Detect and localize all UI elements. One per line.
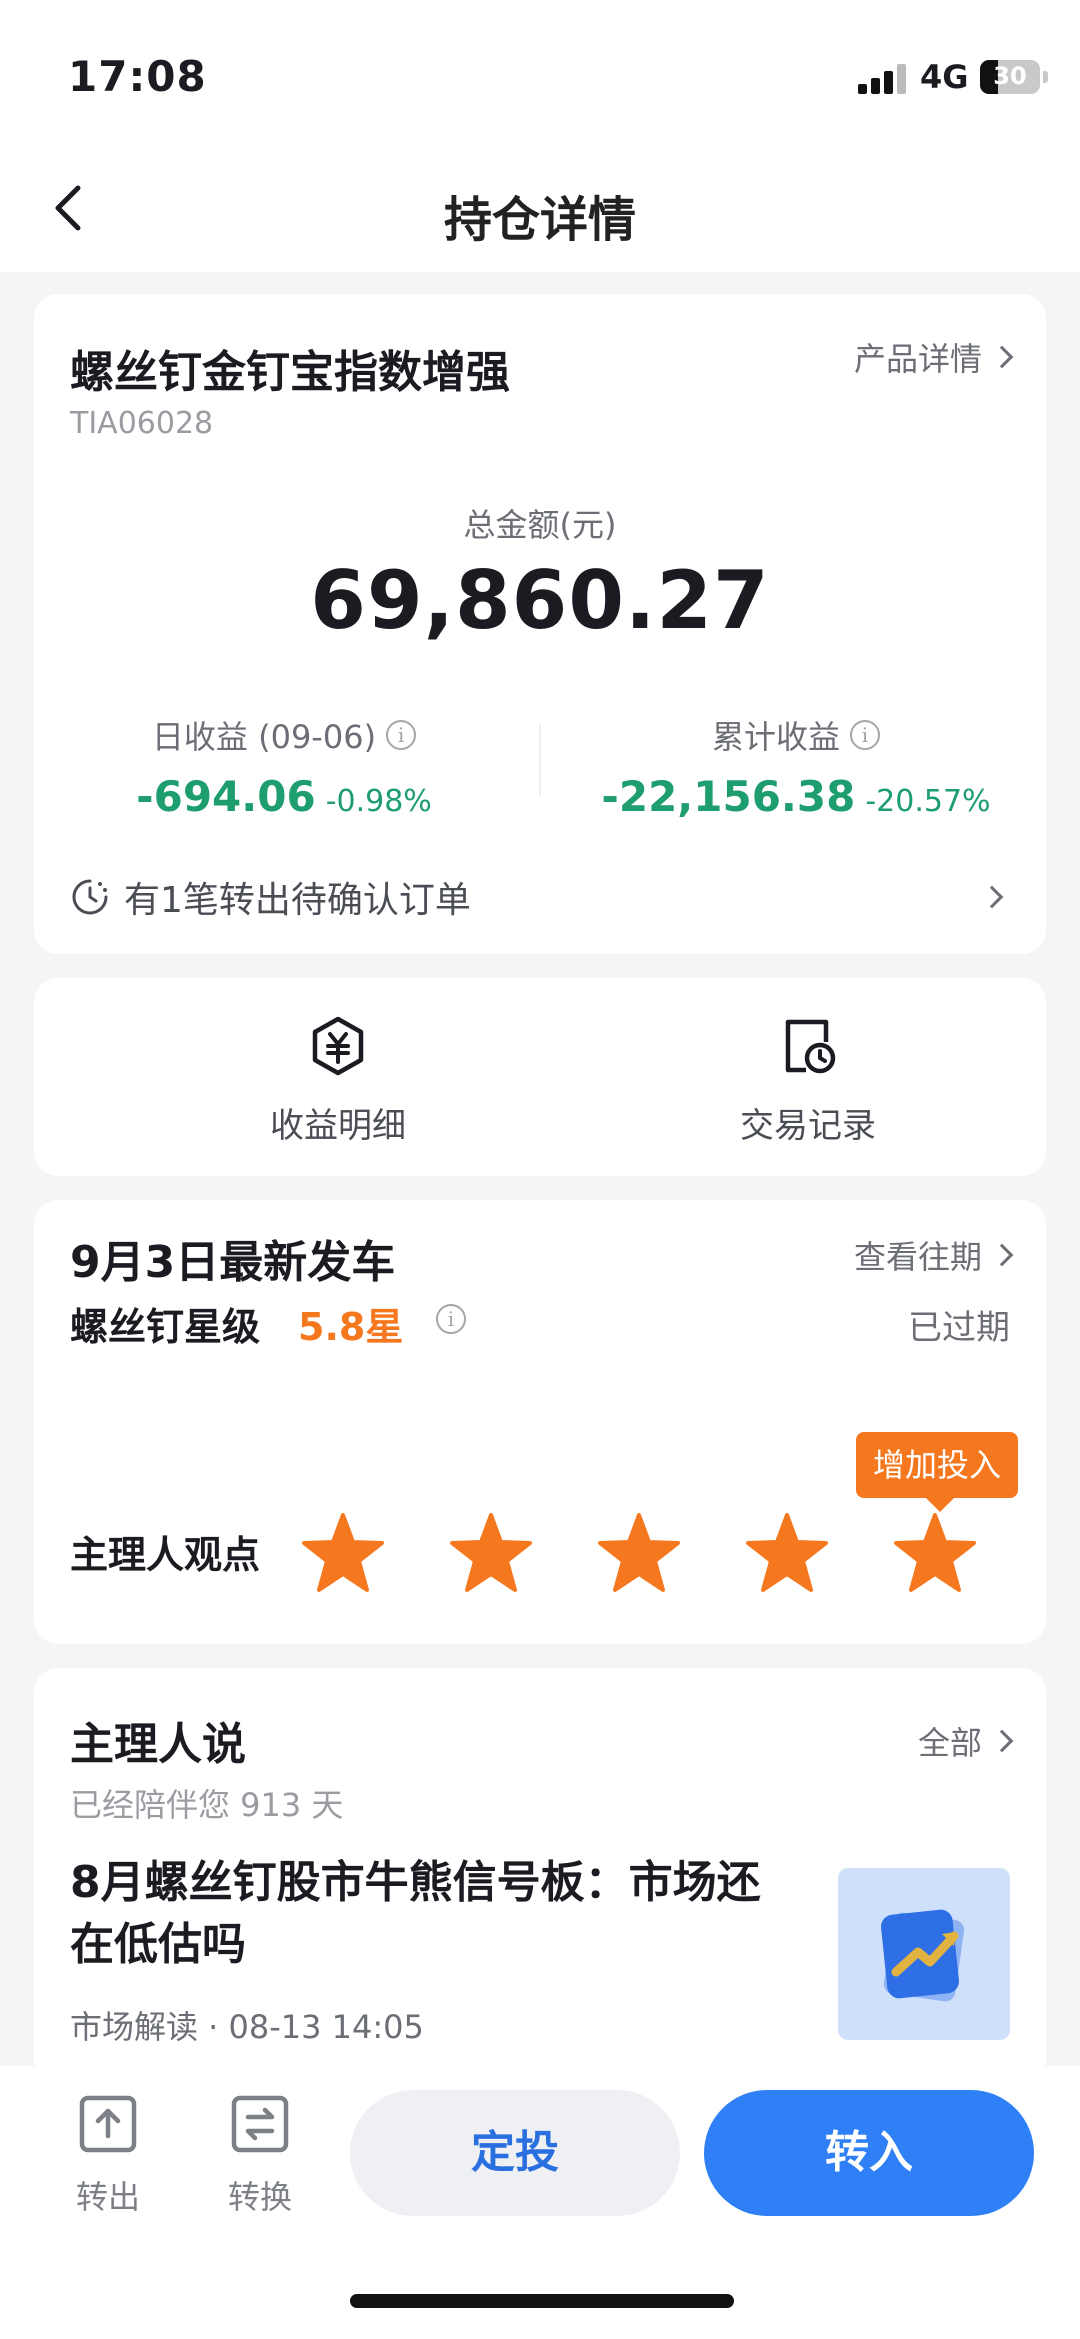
income-detail-label: 收益明细 bbox=[270, 1106, 406, 1146]
cumulative-income-value: -22,156.38 bbox=[601, 772, 856, 821]
yuan-hexagon-icon bbox=[312, 1016, 364, 1076]
info-icon[interactable] bbox=[850, 720, 880, 750]
info-icon[interactable] bbox=[436, 1304, 466, 1334]
switch-label: 转换 bbox=[227, 2178, 292, 2216]
chart-card-icon bbox=[880, 1909, 965, 2002]
star-icon bbox=[302, 1513, 384, 1592]
all-link[interactable]: 全部 bbox=[917, 1718, 1014, 1764]
income-detail-button[interactable]: 收益明细 bbox=[188, 1014, 488, 1147]
status-time: 17:08 bbox=[68, 52, 207, 101]
chevron-right-icon bbox=[990, 1243, 1014, 1267]
rating-value: 5.8星 bbox=[298, 1305, 404, 1349]
status-badge: 已过期 bbox=[908, 1308, 1010, 1348]
star-icon bbox=[450, 1513, 532, 1592]
rating-label: 螺丝钉星级 bbox=[70, 1305, 261, 1349]
departure-title: 9月3日最新发车 bbox=[70, 1237, 396, 1288]
manager-card: 主理人说 全部 已经陪伴您 913 天 8月螺丝钉股市牛熊信号板：市场还在低估吗… bbox=[34, 1668, 1046, 2088]
daily-income-pct: -0.98% bbox=[325, 784, 432, 819]
departure-card: 9月3日最新发车 查看往期 螺丝钉星级 5.8星 已过期 增加投入 主理人观点 bbox=[34, 1200, 1046, 1644]
battery-icon: 30 bbox=[980, 60, 1040, 94]
pending-order-row[interactable]: 有1笔转出待确认订单 bbox=[70, 872, 1010, 922]
clock-icon bbox=[72, 879, 108, 915]
battery-tip bbox=[1043, 71, 1048, 83]
switch-button[interactable]: 转换 bbox=[200, 2090, 320, 2218]
signal-icon bbox=[858, 62, 908, 94]
actions-card: 收益明细 交易记录 bbox=[34, 978, 1046, 1176]
product-name: 螺丝钉金钉宝指数增强 bbox=[70, 347, 510, 398]
auto-invest-button[interactable]: 定投 bbox=[350, 2090, 680, 2216]
history-link[interactable]: 查看往期 bbox=[853, 1232, 1014, 1278]
chevron-right-icon bbox=[980, 885, 1004, 909]
history-label: 查看往期 bbox=[853, 1238, 982, 1276]
chevron-right-icon bbox=[990, 345, 1014, 369]
add-investment-tooltip[interactable]: 增加投入 bbox=[856, 1432, 1018, 1512]
total-amount-label: 总金额(元) bbox=[463, 506, 617, 544]
network-type: 4G bbox=[920, 58, 969, 96]
stat-divider bbox=[539, 724, 541, 796]
trade-record-label: 交易记录 bbox=[740, 1106, 876, 1146]
cumulative-income-pct: -20.57% bbox=[865, 784, 991, 819]
daily-income-label: 日收益 (09-06) bbox=[151, 718, 377, 756]
status-bar: 17:08 4G 30 bbox=[0, 0, 1080, 150]
trade-record-button[interactable]: 交易记录 bbox=[658, 1014, 958, 1147]
record-clock-icon bbox=[785, 1019, 836, 1074]
transfer-in-button[interactable]: 转入 bbox=[704, 2090, 1034, 2216]
manager-title: 主理人说 bbox=[70, 1719, 246, 1770]
star-icon bbox=[746, 1513, 828, 1592]
daily-income: 日收益 (09-06) -694.06 -0.98% bbox=[34, 712, 534, 821]
pending-order-text: 有1笔转出待确认订单 bbox=[124, 880, 471, 921]
upload-icon bbox=[79, 2095, 137, 2153]
battery-level: 30 bbox=[993, 62, 1027, 90]
info-icon[interactable] bbox=[386, 720, 417, 750]
article-title[interactable]: 8月螺丝钉股市牛熊信号板：市场还在低估吗 bbox=[70, 1852, 770, 1976]
total-amount-value: 69,860.27 bbox=[310, 554, 770, 647]
swap-icon bbox=[231, 2095, 289, 2153]
all-label: 全部 bbox=[917, 1724, 982, 1762]
chevron-right-icon bbox=[990, 1729, 1014, 1753]
cumulative-income-label: 累计收益 bbox=[711, 718, 840, 756]
product-detail-label: 产品详情 bbox=[853, 340, 982, 378]
page-title: 持仓详情 bbox=[443, 192, 636, 248]
product-code: TIA06028 bbox=[70, 406, 214, 441]
nav-bar: 持仓详情 bbox=[0, 150, 1080, 272]
star-icon[interactable] bbox=[892, 1512, 978, 1594]
article-meta: 市场解读 · 08-13 14:05 bbox=[70, 2008, 424, 2046]
holding-card: 螺丝钉金钉宝指数增强 TIA06028 产品详情 总金额(元) 69,860.2… bbox=[34, 294, 1046, 954]
product-detail-link[interactable]: 产品详情 bbox=[853, 334, 1014, 380]
transfer-out-button[interactable]: 转出 bbox=[48, 2090, 168, 2218]
transfer-out-label: 转出 bbox=[75, 2178, 140, 2216]
daily-income-value: -694.06 bbox=[136, 772, 316, 821]
home-indicator[interactable] bbox=[350, 2294, 734, 2308]
cumulative-income: 累计收益 -22,156.38 -20.57% bbox=[546, 712, 1046, 821]
star-icon bbox=[598, 1513, 680, 1592]
accompany-days: 已经陪伴您 913 天 bbox=[70, 1786, 344, 1824]
viewpoint-label: 主理人观点 bbox=[70, 1533, 261, 1577]
article-thumbnail[interactable] bbox=[838, 1868, 1010, 2040]
